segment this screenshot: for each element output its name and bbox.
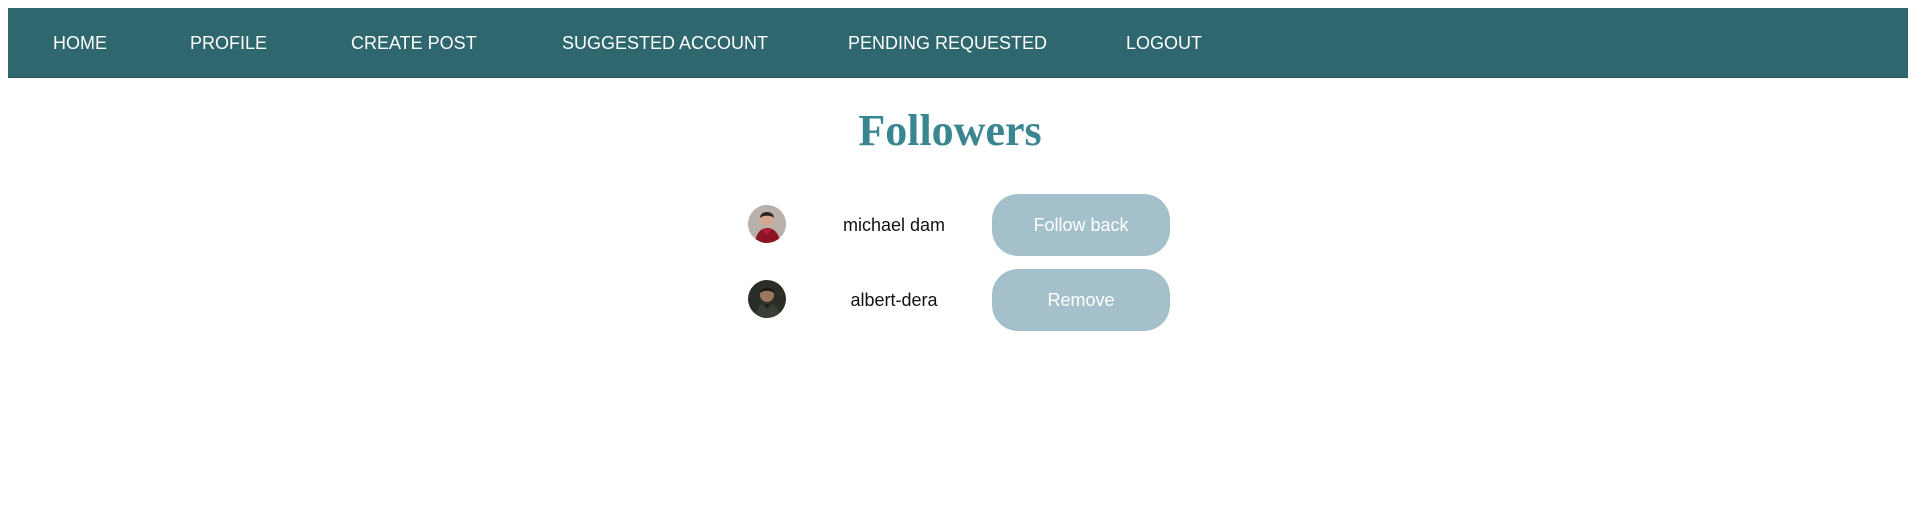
- user-avatar-icon[interactable]: [748, 205, 786, 243]
- person-avatar-red-shirt-icon: [748, 205, 786, 243]
- top-navbar: HOME PROFILE CREATE POST SUGGESTED ACCOU…: [8, 8, 1908, 78]
- nav-suggested-account-link[interactable]: SUGGESTED ACCOUNT: [562, 32, 768, 54]
- follower-row: albert-dera Remove: [748, 269, 1170, 331]
- nav-home-link[interactable]: HOME: [53, 32, 107, 54]
- user-avatar-icon[interactable]: [748, 280, 786, 318]
- page-title: Followers: [858, 106, 1042, 155]
- follower-username[interactable]: albert-dera: [790, 289, 998, 311]
- follower-row: michael dam Follow back: [748, 194, 1170, 256]
- followers-page: HOME PROFILE CREATE POST SUGGESTED ACCOU…: [0, 0, 1918, 526]
- follow-back-button[interactable]: Follow back: [992, 194, 1170, 256]
- nav-pending-requested-link[interactable]: PENDING REQUESTED: [848, 32, 1047, 54]
- nav-create-post-link[interactable]: CREATE POST: [351, 32, 477, 54]
- follower-username[interactable]: michael dam: [790, 214, 998, 236]
- person-avatar-dark-icon: [748, 280, 786, 318]
- remove-follower-button[interactable]: Remove: [992, 269, 1170, 331]
- nav-logout-link[interactable]: LOGOUT: [1126, 32, 1202, 54]
- nav-profile-link[interactable]: PROFILE: [190, 32, 267, 54]
